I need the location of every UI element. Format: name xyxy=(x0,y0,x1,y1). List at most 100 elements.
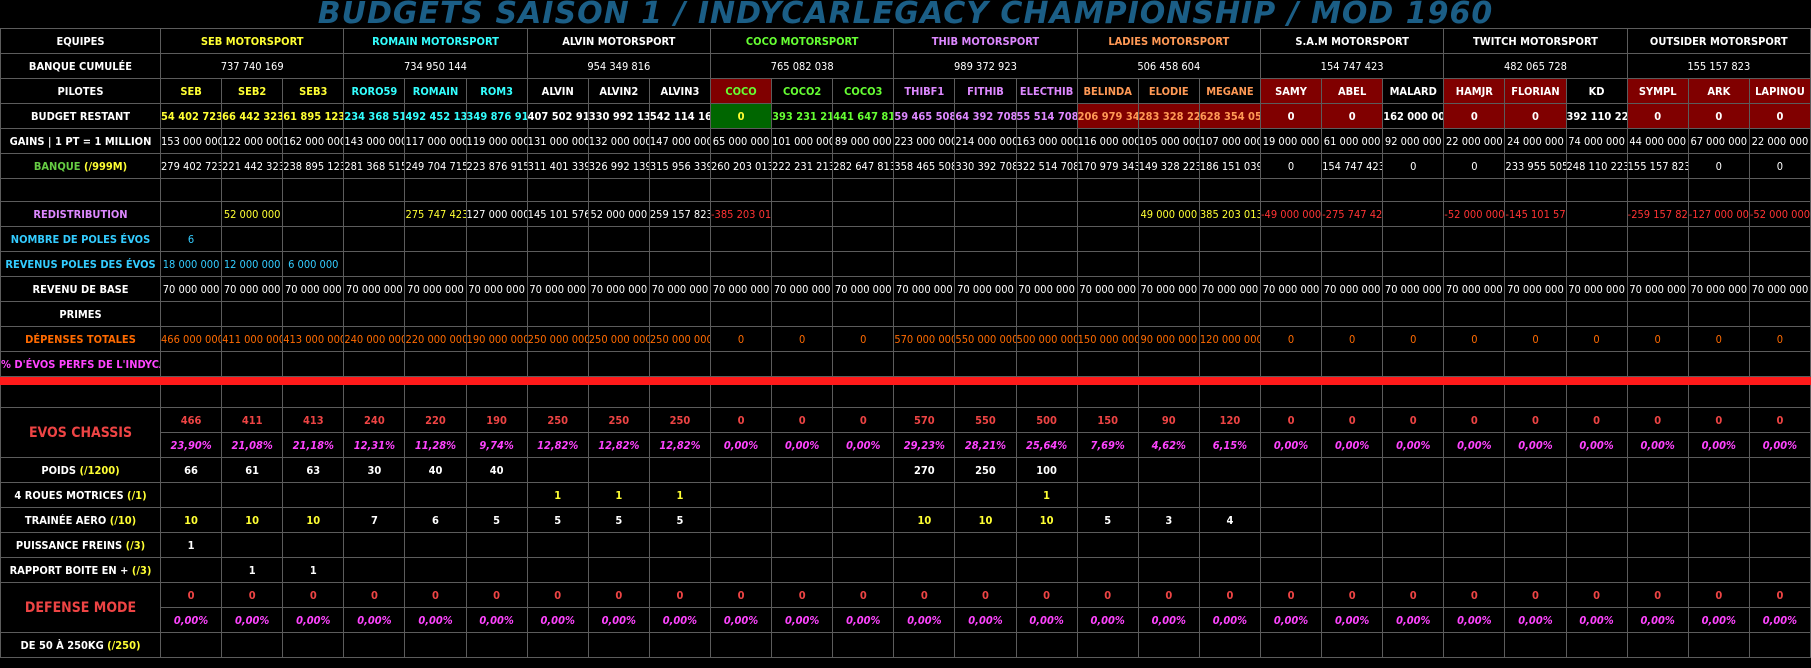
poles-count-row-cell[interactable] xyxy=(1504,226,1567,252)
gearbox-row-cell[interactable] xyxy=(954,557,1017,583)
awd-row-cell[interactable] xyxy=(771,482,834,508)
defense-cell[interactable]: 0 xyxy=(954,582,1017,608)
empty-cell[interactable] xyxy=(587,384,650,408)
redistribution-cell[interactable] xyxy=(343,201,406,227)
poles-count-row-cell[interactable] xyxy=(1687,226,1750,252)
gearbox-row-cell[interactable] xyxy=(771,557,834,583)
gearbox-row-cell[interactable] xyxy=(465,557,528,583)
redistribution-cell[interactable]: -275 747 423 xyxy=(1321,201,1384,227)
drag-row-cell[interactable] xyxy=(709,507,773,533)
evos-chassis-pct-cell[interactable]: 0,00% xyxy=(1259,432,1323,458)
gearbox-row-cell[interactable] xyxy=(587,557,650,583)
empty-cell[interactable] xyxy=(1259,632,1323,658)
base-income-row-cell[interactable]: 70 000 000 xyxy=(1687,276,1750,302)
gearbox-row-cell[interactable] xyxy=(1137,557,1200,583)
gearbox-row-cell[interactable] xyxy=(1259,557,1323,583)
gearbox-row-cell[interactable] xyxy=(1748,557,1811,583)
expenses-row-cell[interactable]: 0 xyxy=(1565,326,1628,352)
empty-cell[interactable] xyxy=(343,351,406,377)
empty-cell[interactable] xyxy=(832,351,895,377)
row-label-boite[interactable]: RAPPORT BOITE EN + (/3) xyxy=(0,557,161,583)
defense-cell[interactable]: 0 xyxy=(648,582,711,608)
poles-count-row-cell[interactable] xyxy=(832,226,895,252)
bonus-cell[interactable] xyxy=(1687,301,1750,327)
evos-chassis-pct-cell[interactable]: 6,15% xyxy=(1198,432,1261,458)
evos-chassis-cell[interactable]: 570 xyxy=(893,407,956,433)
poles-income-row-cell[interactable] xyxy=(1015,251,1078,277)
driver-name[interactable]: BELINDA xyxy=(1076,78,1139,104)
empty-cell[interactable] xyxy=(1687,351,1750,377)
empty-cell[interactable] xyxy=(1565,384,1628,408)
row-label-pilotes[interactable]: PILOTES xyxy=(0,78,161,104)
team-name[interactable]: S.A.M MOTORSPORT xyxy=(1259,28,1445,54)
brakes-row-cell[interactable] xyxy=(771,532,834,558)
empty-cell[interactable] xyxy=(1382,351,1445,377)
empty-cell[interactable] xyxy=(282,632,345,658)
row-label-evos-chassis[interactable]: EVOS CHASSIS xyxy=(0,407,161,458)
defense-pct-cell[interactable]: 0,00% xyxy=(465,607,528,633)
drag-row-cell[interactable]: 6 xyxy=(404,507,467,533)
drag-row-cell[interactable]: 10 xyxy=(1015,507,1078,533)
poles-count-row-cell[interactable] xyxy=(1321,226,1384,252)
defense-cell[interactable]: 0 xyxy=(1626,582,1689,608)
defense-pct-cell[interactable]: 0,00% xyxy=(1076,607,1139,633)
redistribution-cell[interactable] xyxy=(1382,201,1445,227)
empty-cell[interactable] xyxy=(893,351,956,377)
empty-cell[interactable] xyxy=(159,351,223,377)
bonus-cell[interactable] xyxy=(1076,301,1139,327)
bank-row-cell[interactable]: 238 895 123 xyxy=(282,153,345,179)
driver-name[interactable]: ALVIN3 xyxy=(648,78,711,104)
row-label-trainee[interactable]: TRAINÉE AERO (/10) xyxy=(0,507,161,533)
driver-name[interactable]: COCO2 xyxy=(771,78,834,104)
awd-row-cell[interactable]: 1 xyxy=(587,482,650,508)
base-income-row-cell[interactable]: 70 000 000 xyxy=(709,276,773,302)
brakes-row-cell[interactable] xyxy=(1565,532,1628,558)
empty-cell[interactable] xyxy=(1443,178,1506,202)
empty-cell[interactable] xyxy=(1321,178,1384,202)
empty-cell[interactable] xyxy=(954,384,1017,408)
empty-cell[interactable] xyxy=(282,351,345,377)
empty-cell[interactable] xyxy=(709,351,773,377)
weight-row-cell[interactable] xyxy=(1504,457,1567,483)
gains-row-cell[interactable]: 107 000 000 xyxy=(1198,128,1261,154)
brakes-row-cell[interactable] xyxy=(709,532,773,558)
poles-income-row-cell[interactable] xyxy=(1626,251,1689,277)
weight-row-cell[interactable]: 250 xyxy=(954,457,1017,483)
bank-row-cell[interactable]: 248 110 223 xyxy=(1565,153,1628,179)
redistribution-cell[interactable] xyxy=(159,201,223,227)
bonus-cell[interactable] xyxy=(1443,301,1506,327)
expenses-row-cell[interactable]: 0 xyxy=(832,326,895,352)
row-label-revenu-base[interactable]: REVENU DE BASE xyxy=(0,276,161,302)
budget-remaining-cell[interactable]: 441 647 813 xyxy=(832,103,895,129)
bonus-cell[interactable] xyxy=(648,301,711,327)
empty-cell[interactable] xyxy=(771,632,834,658)
budget-remaining-cell[interactable]: 61 895 123 xyxy=(282,103,345,129)
empty-cell[interactable] xyxy=(1565,632,1628,658)
team-bank-total[interactable]: 506 458 604 xyxy=(1076,53,1261,79)
bonus-cell[interactable] xyxy=(1382,301,1445,327)
team-bank-total[interactable]: 765 082 038 xyxy=(709,53,895,79)
redistribution-cell[interactable] xyxy=(1076,201,1139,227)
bonus-cell[interactable] xyxy=(1626,301,1689,327)
driver-name[interactable]: FLORIAN xyxy=(1504,78,1567,104)
bonus-cell[interactable] xyxy=(771,301,834,327)
brakes-row-cell[interactable] xyxy=(343,532,406,558)
base-income-row-cell[interactable]: 70 000 000 xyxy=(465,276,528,302)
empty-cell[interactable] xyxy=(1259,384,1323,408)
expenses-row-cell[interactable]: 0 xyxy=(1748,326,1811,352)
defense-pct-cell[interactable]: 0,00% xyxy=(1198,607,1261,633)
driver-name[interactable]: COCO xyxy=(709,78,773,104)
poles-count-row-cell[interactable] xyxy=(893,226,956,252)
evos-chassis-pct-cell[interactable]: 21,18% xyxy=(282,432,345,458)
gearbox-row-cell[interactable] xyxy=(709,557,773,583)
defense-cell[interactable]: 0 xyxy=(832,582,895,608)
empty-cell[interactable] xyxy=(465,178,528,202)
base-income-row-cell[interactable]: 70 000 000 xyxy=(1382,276,1445,302)
bank-row-cell[interactable]: 0 xyxy=(1259,153,1323,179)
budget-remaining-cell[interactable]: 283 328 223 xyxy=(1137,103,1200,129)
poles-income-row-cell[interactable] xyxy=(1565,251,1628,277)
redistribution-cell[interactable] xyxy=(832,201,895,227)
brakes-row-cell[interactable]: 1 xyxy=(159,532,223,558)
awd-row-cell[interactable] xyxy=(1137,482,1200,508)
brakes-row-cell[interactable] xyxy=(1504,532,1567,558)
